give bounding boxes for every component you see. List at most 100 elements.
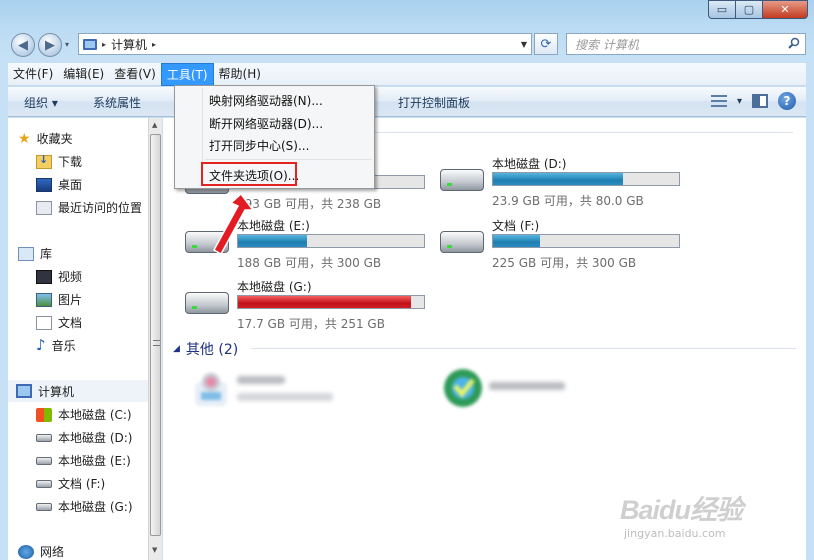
- change-view-icon[interactable]: [710, 95, 727, 107]
- scrollbar-thumb[interactable]: [150, 134, 161, 536]
- nav-item-recent[interactable]: 最近访问的位置: [36, 199, 142, 216]
- close-button[interactable]: ✕: [762, 0, 808, 19]
- usage-fill: [493, 173, 624, 185]
- nav-drive-f[interactable]: 文档 (F:): [36, 475, 105, 492]
- maximize-button[interactable]: ▢: [735, 0, 762, 19]
- grip-icon: [153, 340, 160, 346]
- system-properties-button[interactable]: 系统属性: [93, 94, 141, 111]
- nav-item-documents[interactable]: 文档: [36, 314, 82, 331]
- drive-icon: [36, 479, 52, 488]
- menu-tools[interactable]: 工具(T): [160, 62, 214, 86]
- menu-item-disconnect-drive[interactable]: 断开网络驱动器(D)...: [209, 115, 323, 132]
- group-divider: [251, 348, 796, 349]
- drive-tile-d[interactable]: 本地磁盘 (D:) 23.9 GB 可用，共 80.0 GB: [440, 155, 685, 209]
- menu-view[interactable]: 查看(V): [109, 63, 161, 86]
- usage-bar: [492, 172, 680, 186]
- recent-pages-dropdown[interactable]: ▾: [65, 40, 69, 49]
- help-icon[interactable]: ?: [778, 92, 796, 110]
- nav-label: 图片: [58, 293, 83, 307]
- address-dropdown-icon[interactable]: ▼: [521, 40, 527, 49]
- back-arrow-icon: ◀: [18, 37, 28, 53]
- tools-menu: 映射网络驱动器(N)... 断开网络驱动器(D)... 打开同步中心(S)...…: [174, 85, 375, 189]
- highlight-box: [201, 162, 297, 186]
- nav-network[interactable]: 网络: [18, 543, 64, 560]
- scroll-up-icon[interactable]: ▲: [152, 121, 157, 129]
- videos-icon: [36, 269, 52, 284]
- usage-fill: [493, 235, 540, 247]
- nav-item-music[interactable]: ♪ 音乐: [36, 337, 76, 354]
- drive-tile-f[interactable]: 文档 (F:) 225 GB 可用，共 300 GB: [440, 217, 685, 271]
- nav-item-pictures[interactable]: 图片: [36, 291, 82, 308]
- breadcrumb-separator-icon[interactable]: ▸: [102, 40, 106, 49]
- watermark-url: jingyan.baidu.com: [624, 527, 726, 540]
- menu-bar: 文件(F) 编辑(E) 查看(V) 工具(T) 帮助(H): [8, 62, 806, 86]
- command-bar: 组织 ▾ 系统属性 打开控制面板 ▾ ?: [8, 87, 806, 117]
- hard-drive-icon: [440, 169, 484, 191]
- drive-name: 文档 (F:): [492, 219, 540, 233]
- drive-tile-g[interactable]: 本地磁盘 (G:) 17.7 GB 可用，共 251 GB: [185, 278, 430, 332]
- nav-drive-d[interactable]: 本地磁盘 (D:): [36, 429, 132, 446]
- drive-icon: [36, 502, 52, 511]
- nav-item-desktop[interactable]: 桌面: [36, 176, 82, 193]
- address-bar[interactable]: ▸ 计算机 ▸ ▼: [78, 33, 532, 55]
- nav-libraries[interactable]: 库: [18, 245, 52, 262]
- nav-computer[interactable]: 计算机: [8, 380, 148, 402]
- forward-arrow-icon: ▶: [45, 37, 55, 53]
- scroll-down-icon[interactable]: ▼: [152, 546, 157, 554]
- drive-space: 193 GB 可用，共 238 GB: [237, 197, 382, 211]
- nav-drive-g[interactable]: 本地磁盘 (G:): [36, 498, 133, 515]
- window-controls: ▭ ▢ ✕: [708, 0, 808, 19]
- forward-button[interactable]: ▶: [38, 33, 62, 57]
- nav-label: 音乐: [51, 339, 76, 353]
- drive-space: 225 GB 可用，共 300 GB: [492, 256, 637, 270]
- search-icon[interactable]: [788, 37, 800, 49]
- nav-drive-e[interactable]: 本地磁盘 (E:): [36, 452, 131, 469]
- drive-space: 23.9 GB 可用，共 80.0 GB: [492, 194, 644, 208]
- pictures-icon: [36, 292, 52, 307]
- nav-label: 收藏夹: [36, 132, 73, 146]
- group-title: 其他 (2): [185, 342, 239, 358]
- nav-label: 本地磁盘 (D:): [58, 431, 133, 445]
- menu-file[interactable]: 文件(F): [8, 63, 58, 86]
- documents-icon: [36, 315, 52, 330]
- nav-label: 视频: [58, 270, 83, 284]
- watermark: Baidu经验 jingyan.baidu.com: [620, 488, 743, 540]
- breadcrumb-computer[interactable]: 计算机: [111, 36, 147, 53]
- nav-item-videos[interactable]: 视频: [36, 268, 82, 285]
- nav-favorites[interactable]: ★ 收藏夹: [18, 130, 73, 147]
- group-header-other[interactable]: ◢ 其他 (2): [173, 339, 238, 359]
- blurred-label: [489, 382, 565, 390]
- organize-button[interactable]: 组织 ▾: [24, 94, 58, 111]
- menu-item-sync-center[interactable]: 打开同步中心(S)...: [209, 137, 309, 154]
- nav-label: 下载: [58, 155, 83, 169]
- search-input[interactable]: 搜索 计算机: [566, 33, 806, 55]
- blurred-label: [237, 376, 285, 384]
- control-panel-button[interactable]: 打开控制面板: [398, 94, 470, 111]
- nav-label: 本地磁盘 (G:): [58, 500, 133, 514]
- refresh-icon: ⟳: [540, 36, 552, 52]
- refresh-button[interactable]: ⟳: [534, 33, 558, 55]
- breadcrumb-separator-icon[interactable]: ▸: [152, 40, 156, 49]
- collapse-triangle-icon[interactable]: ◢: [173, 344, 180, 354]
- minimize-button[interactable]: ▭: [708, 0, 735, 19]
- preview-pane-icon[interactable]: [752, 94, 768, 108]
- view-dropdown-button[interactable]: ▾: [737, 96, 742, 107]
- star-icon: ★: [18, 130, 31, 147]
- nav-label: 最近访问的位置: [58, 201, 143, 215]
- nav-scrollbar[interactable]: ▲ ▼: [148, 118, 162, 560]
- nav-drive-c[interactable]: 本地磁盘 (C:): [36, 406, 132, 423]
- computer-icon: [83, 38, 97, 50]
- nav-item-downloads[interactable]: 下载: [36, 153, 82, 170]
- nav-label: 网络: [40, 545, 65, 559]
- annotation-arrow-icon: [212, 192, 255, 256]
- search-placeholder: 搜索 计算机: [575, 37, 639, 52]
- drive-space: 17.7 GB 可用，共 251 GB: [237, 317, 385, 331]
- menu-item-map-drive[interactable]: 映射网络驱动器(N)...: [209, 92, 323, 109]
- menu-help[interactable]: 帮助(H): [214, 63, 266, 86]
- back-button[interactable]: ◀: [11, 33, 35, 57]
- menu-edit[interactable]: 编辑(E): [58, 63, 109, 86]
- recent-places-icon: [36, 200, 52, 215]
- network-icon: [18, 544, 34, 559]
- desktop-icon: [36, 177, 52, 192]
- nav-label: 库: [40, 247, 53, 261]
